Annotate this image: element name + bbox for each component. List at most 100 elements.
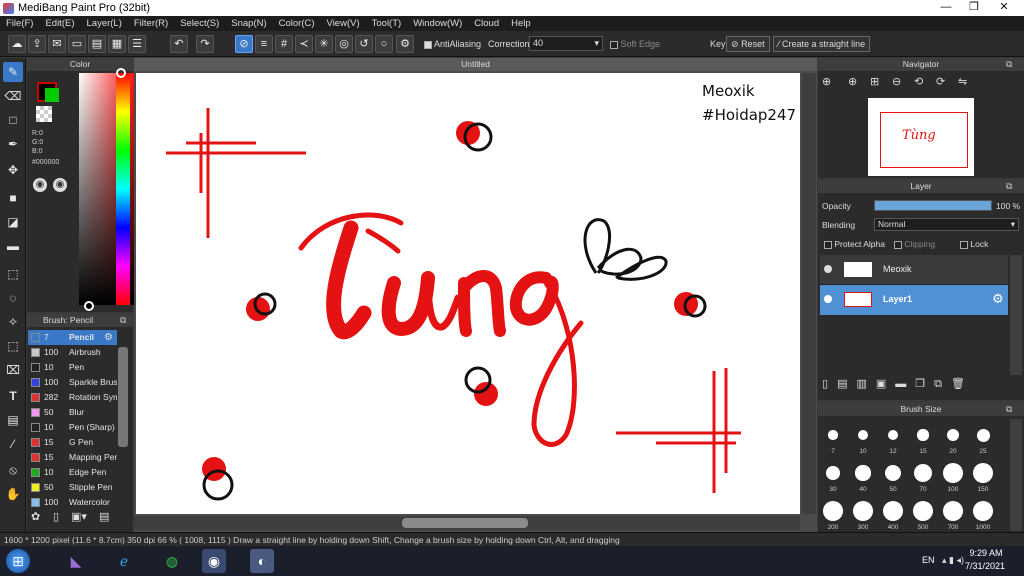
brush-size-scrollbar[interactable]: [1010, 419, 1022, 531]
brush-size-dot[interactable]: [943, 463, 963, 483]
palette-icon[interactable]: ◉: [33, 178, 47, 192]
antialiasing-checkbox[interactable]: [424, 40, 432, 49]
eraser-tool-icon[interactable]: ⌫: [3, 86, 23, 106]
brush-size-dot[interactable]: [884, 464, 902, 482]
brush-item[interactable]: 50 Stipple Pen: [28, 480, 117, 495]
clock-date[interactable]: 7/31/2021: [960, 561, 1010, 571]
coccoc-icon[interactable]: ◍: [160, 549, 184, 573]
circle-snap-icon[interactable]: ◎: [335, 35, 353, 53]
parallel-snap-icon[interactable]: ≡: [255, 35, 273, 53]
horizontal-scroll-thumb[interactable]: [402, 518, 528, 528]
popout-icon[interactable]: ⧉: [1006, 404, 1012, 415]
bucket-tool-icon[interactable]: ◪: [3, 212, 23, 232]
rotate-right-icon[interactable]: ⟳: [936, 75, 945, 88]
move-tool-icon[interactable]: ✥: [3, 160, 23, 180]
close-button[interactable]: ✕: [993, 0, 1015, 14]
brush-size-dot[interactable]: [943, 501, 963, 521]
lasso-tool-icon[interactable]: ◌: [3, 288, 23, 308]
rotate-left-icon[interactable]: ⟲: [914, 75, 923, 88]
frame-tool-icon[interactable]: ▤: [3, 410, 23, 430]
list-icon[interactable]: ☰: [128, 35, 146, 53]
new-8bit-layer-icon[interactable]: ▥: [856, 378, 875, 390]
layer-menu-icon[interactable]: ▣: [876, 378, 895, 390]
opacity-slider[interactable]: [874, 200, 992, 211]
eyedropper-tool-icon[interactable]: ⁄: [3, 434, 23, 454]
ring-snap-icon[interactable]: ○: [375, 35, 393, 53]
reset-button[interactable]: ⊘ Reset: [726, 36, 770, 52]
vertical-scrollbar[interactable]: [802, 73, 816, 514]
popout-icon[interactable]: ⧉: [1006, 181, 1012, 192]
share-icon[interactable]: ⇪: [28, 35, 46, 53]
fill-rect-tool-icon[interactable]: ■: [3, 188, 23, 208]
brush-size-dot[interactable]: [853, 501, 873, 521]
brush-item[interactable]: 15 Mapping Pen: [28, 450, 117, 465]
brush-size-dot[interactable]: [855, 465, 871, 481]
internet-explorer-icon[interactable]: ℯ: [112, 549, 136, 573]
folder-icon[interactable]: ▬: [895, 378, 915, 390]
horizontal-scrollbar[interactable]: [134, 516, 800, 530]
brush-size-dot[interactable]: [887, 429, 899, 441]
menu-select[interactable]: Select(S): [174, 16, 225, 31]
merge-layer-icon[interactable]: ⧉: [934, 378, 951, 390]
brush-doc-icon[interactable]: ▤: [99, 510, 109, 523]
popout-icon[interactable]: ⧉: [120, 315, 126, 326]
brush-size-dot[interactable]: [913, 501, 933, 521]
hue-slider[interactable]: [116, 73, 130, 305]
duplicate-layer-icon[interactable]: ❐: [915, 378, 934, 390]
cloud-icon[interactable]: ☁: [8, 35, 26, 53]
brush-item[interactable]: 100 Watercolor: [28, 495, 117, 510]
text-tool-icon[interactable]: T: [3, 386, 23, 406]
antialiasing-toggle[interactable]: AntiAliasing: [424, 39, 481, 49]
background-color-swatch[interactable]: [45, 88, 59, 102]
brush-item[interactable]: 282 Rotation Sym: [28, 390, 117, 405]
menu-layer[interactable]: Layer(L): [81, 16, 128, 31]
gradient-tool-icon[interactable]: ▬: [3, 236, 23, 256]
settings-icon[interactable]: ⚙: [396, 35, 414, 53]
brush-item[interactable]: 10 Pen: [28, 360, 117, 375]
protect-alpha-checkbox[interactable]: [824, 240, 832, 249]
drawing-canvas[interactable]: Meoxik #Hoidap247 Tùng: [136, 73, 800, 514]
cross-snap-icon[interactable]: #: [275, 35, 293, 53]
brush-size-dot[interactable]: [973, 501, 993, 521]
brush-size-dot[interactable]: [913, 463, 933, 483]
menu-help[interactable]: Help: [505, 16, 537, 31]
clipping-checkbox[interactable]: [894, 240, 902, 249]
clock-time[interactable]: 9:29 AM: [966, 548, 1006, 558]
select-eraser-icon[interactable]: ⌧: [3, 360, 23, 380]
vanish-snap-icon[interactable]: ≺: [295, 35, 313, 53]
radial-snap-icon[interactable]: ✳: [315, 35, 333, 53]
team-icon[interactable]: ▭: [68, 35, 86, 53]
menu-color[interactable]: Color(C): [273, 16, 321, 31]
layer-settings-icon[interactable]: ⚙: [992, 291, 1004, 307]
pen-tool-icon[interactable]: ✒: [3, 134, 23, 154]
transparent-swatch[interactable]: [36, 106, 52, 122]
clipping-toggle[interactable]: Clipping: [894, 239, 935, 249]
lock-checkbox[interactable]: [960, 240, 968, 249]
brush-list-scrollbar[interactable]: [118, 347, 128, 447]
minimize-button[interactable]: —: [935, 0, 957, 14]
select-tool-icon[interactable]: ⬚: [3, 264, 23, 284]
brush-size-dot[interactable]: [857, 429, 869, 441]
soft-edge-toggle[interactable]: Soft Edge: [610, 39, 660, 49]
brush-item[interactable]: 7 Pencil ⚙: [28, 330, 117, 345]
soft-edge-checkbox[interactable]: [610, 40, 618, 49]
menu-window[interactable]: Window(W): [407, 16, 468, 31]
hue-handle[interactable]: [116, 68, 126, 78]
layer-row-selected[interactable]: Layer1 ⚙: [820, 285, 1008, 315]
new-layer-icon[interactable]: ▯: [822, 378, 837, 390]
zoom-actual-icon[interactable]: ⊞: [870, 75, 879, 88]
brush-item[interactable]: 15 G Pen: [28, 435, 117, 450]
grid-icon[interactable]: ▦: [108, 35, 126, 53]
saturation-value-picker[interactable]: [79, 73, 139, 305]
brush-item[interactable]: 10 Pen (Sharp): [28, 420, 117, 435]
zoom-in-icon[interactable]: ⊕: [848, 75, 857, 88]
brush-item[interactable]: 10 Edge Pen: [28, 465, 117, 480]
brush-item[interactable]: 50 Blur: [28, 405, 117, 420]
brush-item[interactable]: 100 Sparkle Brush: [28, 375, 117, 390]
popout-icon[interactable]: ⧉: [1006, 59, 1012, 70]
start-button-icon[interactable]: ⊞: [6, 549, 30, 573]
navigator-thumbnail[interactable]: Tùng: [868, 98, 974, 176]
magic-wand-icon[interactable]: ✧: [3, 312, 23, 332]
menu-edit[interactable]: Edit(E): [39, 16, 80, 31]
menu-cloud[interactable]: Cloud: [468, 16, 505, 31]
